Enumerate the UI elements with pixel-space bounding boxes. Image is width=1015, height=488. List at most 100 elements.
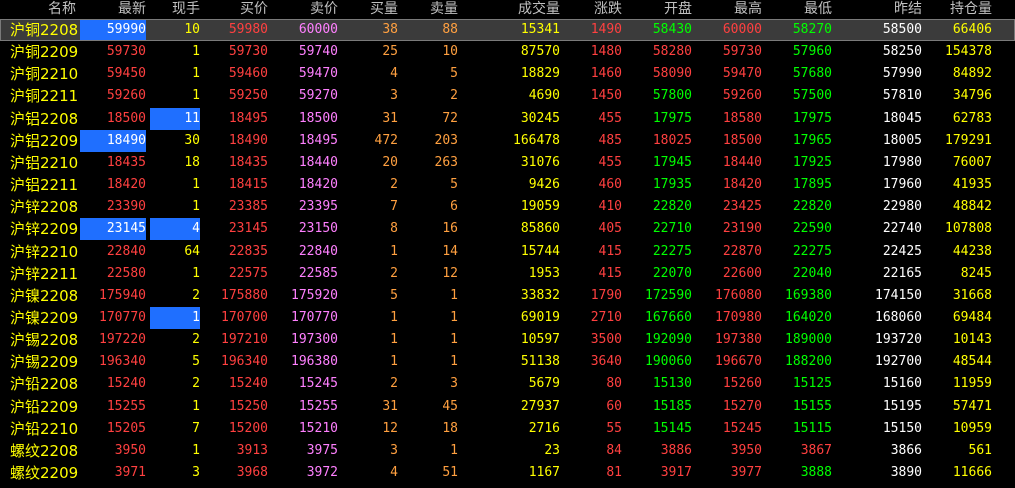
table-row[interactable]: 沪铝2211 18420 1 18415 18420 2 5 9426 460 17935 1842… — [0, 174, 1015, 196]
header-open[interactable]: 开盘 — [626, 0, 692, 19]
cell-volume: 166478 — [513, 132, 560, 148]
table-row[interactable]: 沪铝2210 18435 18 18435 18440 20 263 31076 455 1794… — [0, 152, 1015, 174]
table-row[interactable]: 沪铜2209 59730 1 59730 59740 25 10 87570 1480 58280… — [0, 41, 1015, 63]
cell-bid: 3968 — [236, 465, 268, 480]
table-row[interactable]: 沪锌2211 22580 1 22575 22585 2 12 1953 415 22070 226… — [0, 263, 1015, 285]
cell-low: 22275 — [792, 243, 832, 259]
cell-ask: 23150 — [298, 221, 338, 237]
cell-bid: 23385 — [228, 199, 268, 215]
table-row[interactable]: 沪铝2208 18500 11 18495 18500 31 72 30245 455 17975… — [0, 107, 1015, 130]
cell-bid-qty: 1 — [390, 332, 398, 348]
cell-bid: 59730 — [228, 44, 268, 60]
cell-volume: 33832 — [520, 287, 560, 303]
cell-ask-qty: 203 — [434, 132, 458, 148]
cell-change: 405 — [598, 221, 622, 237]
cell-prev-settle: 192700 — [875, 354, 922, 370]
cell-ask-qty: 3 — [450, 376, 458, 392]
cell-vol-now: 18 — [184, 154, 200, 170]
cell-last: 197220 — [99, 332, 146, 348]
header-vol-now[interactable]: 现手 — [150, 0, 200, 19]
cell-high: 197380 — [715, 332, 762, 348]
table-row[interactable]: 沪镍2208 175940 2 175880 175920 5 1 33832 1790 1725… — [0, 285, 1015, 307]
cell-prev-settle: 15160 — [882, 376, 922, 392]
cell-name: 沪铜2211 — [10, 87, 79, 106]
cell-vol-now: 1 — [192, 442, 200, 458]
table-row[interactable]: 螺纹2208 3950 1 3913 3975 3 1 23 84 3886 3950 3867 386… — [0, 440, 1015, 462]
table-row[interactable]: 螺纹2209 3971 3 3968 3972 4 51 1167 81 3917 3977 3888… — [0, 462, 1015, 484]
header-bid-qty[interactable]: 买量 — [342, 0, 398, 19]
cell-high: 3950 — [730, 442, 762, 458]
cell-prev-settle: 3866 — [890, 442, 922, 458]
cell-volume: 31076 — [520, 154, 560, 170]
header-name[interactable]: 名称 — [0, 0, 76, 19]
cell-high: 18440 — [722, 154, 762, 170]
cell-open: 17975 — [652, 110, 692, 126]
cell-high: 23425 — [722, 199, 762, 215]
table-row[interactable]: 沪锌2208 23390 1 23385 23395 7 6 19059 410 22820 234… — [0, 196, 1015, 218]
header-last[interactable]: 最新 — [80, 0, 146, 19]
cell-last: 15240 — [106, 376, 146, 392]
cell-prev-settle: 22980 — [882, 199, 922, 215]
cell-prev-settle: 57990 — [882, 66, 922, 82]
cell-volume: 2716 — [528, 420, 560, 436]
cell-bid-qty: 38 — [382, 22, 398, 37]
cell-ask: 22840 — [298, 243, 338, 259]
cell-ask: 18440 — [298, 154, 338, 170]
table-row[interactable]: 沪锌2209 23145 4 23145 23150 8 16 85860 405 22710 23… — [0, 218, 1015, 241]
table-row[interactable]: 沪铅2209 15255 1 15250 15255 31 45 27937 60 15185 15… — [0, 396, 1015, 418]
cell-change: 55 — [606, 420, 622, 436]
header-ask-qty[interactable]: 卖量 — [402, 0, 458, 19]
table-row[interactable]: 沪锌2210 22840 64 22835 22840 1 14 15744 415 22275 2… — [0, 241, 1015, 263]
cell-bid: 15240 — [228, 376, 268, 392]
cell-open: 190060 — [645, 354, 692, 370]
cell-vol-now: 2 — [192, 376, 200, 392]
cell-open-interest: 10959 — [952, 420, 992, 436]
cell-prev-settle: 15150 — [882, 420, 922, 436]
cell-open-interest: 107808 — [945, 221, 992, 237]
cell-high: 15245 — [722, 420, 762, 436]
cell-open-interest: 8245 — [960, 265, 992, 281]
cell-bid-qty: 31 — [382, 398, 398, 414]
cell-bid: 22575 — [228, 265, 268, 281]
cell-bid: 18415 — [228, 177, 268, 193]
header-open-interest[interactable]: 持仓量 — [926, 0, 992, 19]
table-row[interactable]: 沪铅2210 15205 7 15200 15210 12 18 2716 55 15145 152… — [0, 418, 1015, 440]
cell-volume: 87570 — [520, 44, 560, 60]
table-row[interactable]: 沪铜2211 59260 1 59250 59270 3 2 4690 1450 57800 592… — [0, 85, 1015, 107]
table-row[interactable]: 沪锡2209 196340 5 196340 196380 1 1 51138 3640 1900… — [0, 351, 1015, 373]
cell-vol-now: 4 — [150, 218, 200, 241]
cell-name: 沪铅2208 — [10, 375, 79, 394]
cell-open: 58280 — [652, 44, 692, 60]
cell-open-interest: 11959 — [952, 376, 992, 392]
cell-bid-qty: 25 — [382, 44, 398, 60]
table-row[interactable]: 沪锡2208 197220 2 197210 197300 1 1 10597 3500 1920… — [0, 329, 1015, 351]
header-volume[interactable]: 成交量 — [462, 0, 560, 19]
header-high[interactable]: 最高 — [696, 0, 762, 19]
cell-last: 59990 — [80, 19, 146, 41]
cell-ask-qty: 51 — [442, 465, 458, 480]
cell-change: 84 — [606, 442, 622, 458]
header-prev-settle[interactable]: 昨结 — [836, 0, 922, 19]
header-bid[interactable]: 买价 — [204, 0, 268, 19]
cell-change: 2710 — [590, 309, 622, 325]
cell-open-interest: 561 — [968, 442, 992, 458]
table-row[interactable]: 沪铝2209 18490 30 18490 18495 472 203 166478 485 18… — [0, 129, 1015, 152]
cell-last: 23145 — [80, 218, 146, 241]
cell-bid-qty: 1 — [390, 243, 398, 259]
table-header: 名称 最新 现手 买价 卖价 买量 卖量 成交量 涨跌 开盘 最高 最低 昨结 持仓量 — [0, 0, 1015, 19]
cell-last: 175940 — [99, 287, 146, 303]
table-row[interactable]: 沪铅2208 15240 2 15240 15245 2 3 5679 80 15130 15260… — [0, 373, 1015, 395]
table-row[interactable]: 沪铜2208 59990 10 59980 60000 38 88 15341 1490 5843… — [0, 19, 1015, 41]
cell-bid: 23145 — [228, 221, 268, 237]
cell-ask-qty: 18 — [442, 420, 458, 436]
table-row[interactable]: 沪镍2209 170770 1 170700 170770 1 1 69019 2710 1676… — [0, 306, 1015, 329]
table-row[interactable]: 沪铜2210 59450 1 59460 59470 4 5 18829 1460 58090 59… — [0, 63, 1015, 85]
header-ask[interactable]: 卖价 — [272, 0, 338, 19]
cell-ask-qty: 1 — [450, 442, 458, 458]
header-low[interactable]: 最低 — [766, 0, 832, 19]
cell-bid-qty: 20 — [382, 154, 398, 170]
cell-last: 15205 — [106, 420, 146, 436]
cell-last: 22840 — [106, 243, 146, 259]
cell-change: 3640 — [590, 354, 622, 370]
header-change[interactable]: 涨跌 — [564, 0, 622, 19]
